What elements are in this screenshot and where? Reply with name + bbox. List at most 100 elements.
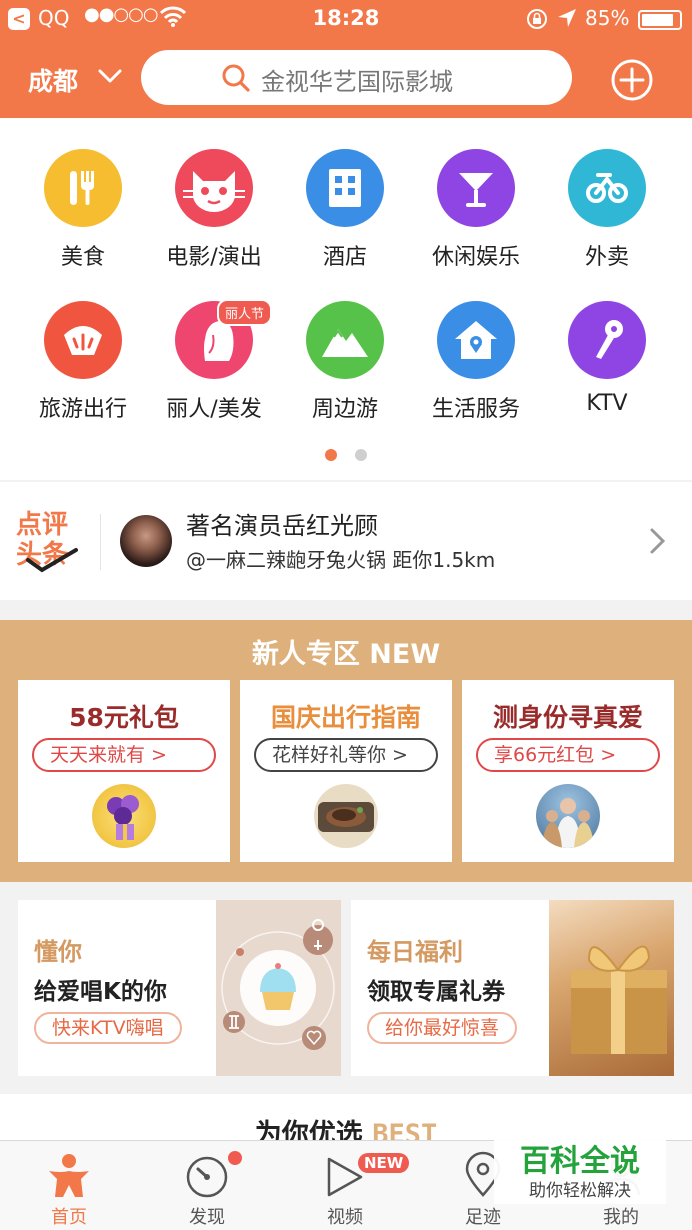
avatar <box>120 515 172 567</box>
category-icon-bg <box>175 149 253 227</box>
home-service-icon <box>455 321 497 359</box>
newcomer-zone: 新人专区 NEW 58元礼包 天天来就有 > 国庆出行指南 花样好礼等你 > 测… <box>0 620 692 882</box>
ktv-promo-card[interactable]: 懂你 给爱唱K的你 快来KTV嗨唱 <box>18 900 341 1076</box>
compass-icon <box>186 1156 228 1198</box>
category-food[interactable]: 美食 <box>18 149 148 271</box>
zodiac-orbit-icon <box>221 919 335 1050</box>
headline-title: 著名演员岳红光顾 <box>186 512 378 540</box>
search-input[interactable]: 金视华艺国际影城 <box>261 62 453 97</box>
card-title: 测身份寻真爱 <box>492 703 643 732</box>
add-icon[interactable] <box>610 58 654 102</box>
card-pill: 享66元红包 > <box>476 738 660 772</box>
promo-pill: 给你最好惊喜 <box>367 1012 518 1044</box>
category-movie[interactable]: 电影/演出 <box>149 149 279 271</box>
daily-welfare-card[interactable]: 每日福利 领取专属礼券 给你最好惊喜 <box>351 900 674 1076</box>
category-label: 电影/演出 <box>166 245 262 270</box>
promo-title: 给爱唱K的你 <box>34 979 167 1005</box>
status-bar: < QQ ●●○○○ 18:28 85% <box>0 0 692 38</box>
watermark-subtitle: 助你轻松解决 <box>529 1181 631 1201</box>
battery-icon <box>638 10 682 30</box>
new-badge: NEW <box>358 1153 410 1173</box>
rotation-lock-icon <box>527 9 547 29</box>
gold-gift-box-art <box>549 900 674 1076</box>
category-icon-bg <box>306 149 384 227</box>
category-label: 酒店 <box>322 245 367 270</box>
battery-level <box>642 14 673 26</box>
card-pill: 天天来就有 > <box>32 738 216 772</box>
category-label: 周边游 <box>311 397 378 422</box>
dianping-headline[interactable]: 点评 头条 著名演员岳红光顾 @一麻二辣龅牙兔火锅 距你1.5km <box>0 482 692 600</box>
gift-pack-card[interactable]: 58元礼包 天天来就有 > <box>18 680 230 862</box>
microphone-icon <box>596 320 623 359</box>
food-icon <box>318 802 374 832</box>
travel-icon <box>64 326 102 355</box>
category-label: 旅游出行 <box>38 397 127 422</box>
category-ktv[interactable]: KTV <box>542 301 672 416</box>
tab-label: 我的 <box>603 1207 639 1228</box>
category-travel[interactable]: 旅游出行 <box>18 301 148 423</box>
category-label: 美食 <box>60 245 105 270</box>
tab-label: 发现 <box>189 1207 225 1228</box>
tab-discover[interactable]: 发现 <box>138 1141 276 1230</box>
gift-box-icon <box>571 945 667 1054</box>
food-plate-image <box>314 784 378 848</box>
page-indicator-active[interactable] <box>325 449 337 461</box>
people-icon <box>542 798 594 848</box>
category-grid: 美食 电影/演出 酒店 休闲娱乐 外卖 旅游出行 丽人节 丽人/美发 周边游 生… <box>0 118 692 480</box>
category-icon-bg <box>306 301 384 379</box>
category-label: 生活服务 <box>431 397 520 422</box>
tab-label: 视频 <box>327 1207 363 1228</box>
checkmark-icon <box>26 548 78 573</box>
hotel-icon <box>329 169 361 207</box>
chevron-right-icon <box>650 528 666 554</box>
tab-home[interactable]: 首页 <box>0 1141 138 1230</box>
home-person-icon <box>49 1154 89 1197</box>
promo-title: 领取专属礼券 <box>367 979 505 1005</box>
cocktail-icon <box>459 173 493 207</box>
card-title: 58元礼包 <box>69 703 179 732</box>
watermark-title: 百科全说 <box>520 1144 640 1179</box>
tab-video[interactable]: NEW 视频 <box>276 1141 414 1230</box>
baike-watermark: 百科全说 助你轻松解决 <box>494 1136 666 1204</box>
category-nearby-travel[interactable]: 周边游 <box>280 301 410 423</box>
battery-percent: 85% <box>585 6 630 30</box>
category-beauty[interactable]: 丽人节 丽人/美发 <box>149 299 279 423</box>
page-indicator[interactable] <box>355 449 367 461</box>
category-hotel[interactable]: 酒店 <box>280 149 410 271</box>
search-icon <box>222 64 250 92</box>
promo-row: 懂你 给爱唱K的你 快来KTV嗨唱 每日福利 领取专属礼券 给你最好惊喜 <box>0 882 692 1094</box>
tab-label: 足迹 <box>465 1207 501 1228</box>
city-selector[interactable]: 成都 <box>28 62 78 98</box>
category-icon-bg <box>437 149 515 227</box>
festival-badge: 丽人节 <box>217 299 273 326</box>
national-day-guide-card[interactable]: 国庆出行指南 花样好礼等你 > <box>240 680 452 862</box>
newcomer-zone-title: 新人专区 NEW <box>251 639 441 670</box>
category-label: KTV <box>586 391 628 416</box>
category-icon-bg: 丽人节 <box>175 299 273 379</box>
category-leisure[interactable]: 休闲娱乐 <box>411 149 541 271</box>
gift-balloon-image <box>92 784 156 848</box>
category-label: 丽人/美发 <box>166 397 262 422</box>
dianping-headline-logo: 点评 头条 <box>16 510 86 574</box>
category-life-service[interactable]: 生活服务 <box>411 301 541 423</box>
tab-label: 首页 <box>51 1207 87 1228</box>
top-header: < QQ ●●○○○ 18:28 85% 成都 金视华艺国际影城 <box>0 0 692 118</box>
promo-tag: 懂你 <box>34 938 82 966</box>
category-label: 休闲娱乐 <box>431 245 520 270</box>
search-bar[interactable]: 金视华艺国际影城 <box>141 50 572 105</box>
promo-pill: 快来KTV嗨唱 <box>34 1012 182 1044</box>
category-icon-bg <box>568 149 646 227</box>
chevron-down-icon[interactable] <box>96 64 124 88</box>
category-icon-bg <box>437 301 515 379</box>
location-arrow-icon <box>558 9 576 27</box>
category-takeout[interactable]: 外卖 <box>542 149 672 271</box>
scooter-icon <box>586 173 628 203</box>
promo-tag: 每日福利 <box>367 938 463 966</box>
card-pill: 花样好礼等你 > <box>254 738 438 772</box>
category-label: 外卖 <box>584 245 629 270</box>
drama-cast-image <box>536 784 600 848</box>
zodiac-cupcake-art <box>216 900 341 1076</box>
category-icon-bg <box>44 149 122 227</box>
mountain-icon <box>322 329 368 357</box>
identity-love-card[interactable]: 测身份寻真爱 享66元红包 > <box>462 680 674 862</box>
